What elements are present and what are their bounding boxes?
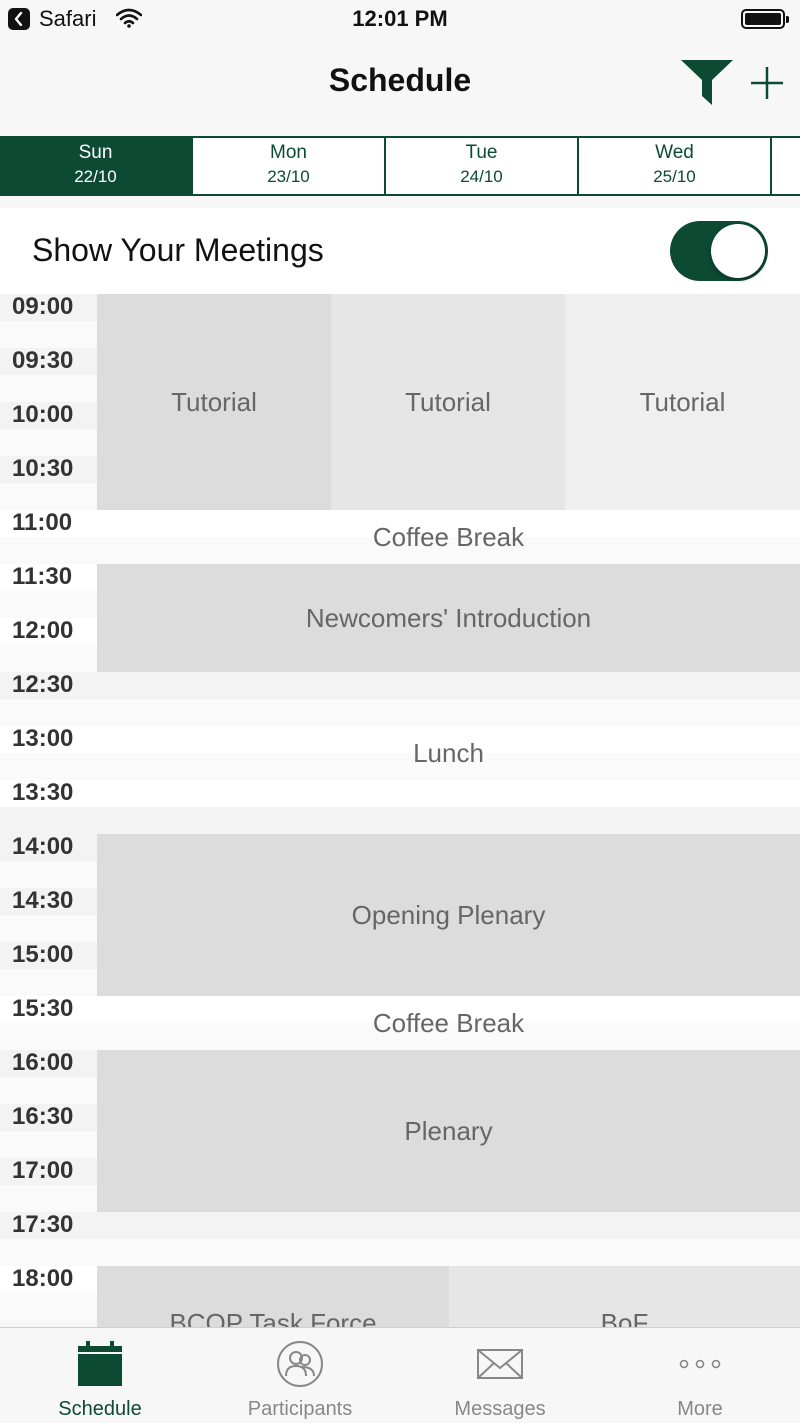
time-label: 18:00	[12, 1265, 74, 1292]
time-label: 12:30	[12, 671, 74, 698]
time-label: 15:30	[12, 995, 74, 1022]
battery-icon	[741, 9, 789, 29]
tab-messages[interactable]: Messages	[400, 1328, 600, 1423]
show-meetings-label: Show Your Meetings	[32, 232, 324, 268]
day-name: Mon	[270, 142, 307, 163]
day-name: Wed	[655, 142, 694, 163]
time-label: 09:00	[12, 294, 74, 320]
event-tutorial[interactable]: Tutorial	[565, 294, 800, 510]
time-label: 11:00	[12, 509, 73, 536]
navigation-bar: Schedule	[0, 40, 800, 136]
event-lunch[interactable]: Lunch	[97, 672, 800, 834]
time-label: 15:00	[12, 941, 74, 968]
day-tab-mon[interactable]: Mon 23/10	[193, 138, 386, 194]
time-label: 17:00	[12, 1157, 74, 1184]
show-meetings-toggle[interactable]	[670, 221, 768, 281]
schedule-grid: 09:00 09:30 10:00 10:30 11:00 11:30 12:0…	[0, 294, 800, 1328]
tab-label: More	[677, 1398, 723, 1420]
time-row: 17:30	[0, 1211, 800, 1266]
event-opening-plenary[interactable]: Opening Plenary	[97, 834, 800, 996]
filter-icon[interactable]	[680, 58, 734, 108]
event-tutorial[interactable]: Tutorial	[97, 294, 331, 510]
tab-bar: Schedule Participants Messages More	[0, 1327, 800, 1423]
day-date: 24/10	[460, 167, 503, 186]
event-bof[interactable]: BoF	[449, 1266, 800, 1328]
calendar-icon	[78, 1341, 122, 1386]
time-label: 09:30	[12, 347, 74, 374]
event-bcop-task-force[interactable]: BCOP Task Force	[97, 1266, 449, 1328]
more-icon	[679, 1359, 721, 1369]
tab-label: Messages	[454, 1398, 546, 1420]
day-tab-next[interactable]	[772, 138, 800, 194]
time-label: 10:00	[12, 401, 74, 428]
time-label: 16:30	[12, 1103, 74, 1130]
tab-schedule[interactable]: Schedule	[0, 1328, 200, 1423]
day-name: Tue	[465, 142, 498, 163]
day-tab-sun[interactable]: Sun 22/10	[0, 138, 193, 194]
tab-participants[interactable]: Participants	[200, 1328, 400, 1423]
status-bar: Safari 12:01 PM	[0, 0, 800, 40]
envelope-icon	[477, 1349, 523, 1379]
event-newcomers-introduction[interactable]: Newcomers' Introduction	[97, 564, 800, 672]
show-meetings-row: Show Your Meetings	[0, 208, 800, 294]
event-tutorial[interactable]: Tutorial	[331, 294, 565, 510]
time-label: 11:30	[12, 563, 73, 590]
time-label: 10:30	[12, 455, 74, 482]
day-tab-tue[interactable]: Tue 24/10	[386, 138, 579, 194]
day-date: 23/10	[267, 167, 310, 186]
time-label: 14:00	[12, 833, 74, 860]
toggle-knob	[711, 224, 765, 278]
time-label: 13:00	[12, 725, 74, 752]
day-name: Sun	[78, 142, 113, 163]
event-coffee-break[interactable]: Coffee Break	[97, 510, 800, 564]
status-time: 12:01 PM	[352, 6, 448, 31]
day-date: 25/10	[653, 167, 696, 186]
time-label: 16:00	[12, 1049, 74, 1076]
event-plenary[interactable]: Plenary	[97, 1050, 800, 1212]
plus-icon[interactable]	[748, 64, 786, 102]
tab-label: Participants	[247, 1398, 353, 1420]
event-coffee-break[interactable]: Coffee Break	[97, 996, 800, 1050]
time-label: 13:30	[12, 779, 74, 806]
time-label: 14:30	[12, 887, 74, 914]
day-tabs: Sun 22/10 Mon 23/10 Tue 24/10 Wed 25/10	[0, 136, 800, 196]
tab-label: Schedule	[58, 1398, 142, 1420]
day-date: 22/10	[74, 167, 117, 186]
day-tab-wed[interactable]: Wed 25/10	[579, 138, 772, 194]
time-label: 12:00	[12, 617, 74, 644]
participants-icon	[277, 1341, 323, 1387]
tab-more[interactable]: More	[600, 1328, 800, 1423]
time-label: 17:30	[12, 1211, 74, 1238]
